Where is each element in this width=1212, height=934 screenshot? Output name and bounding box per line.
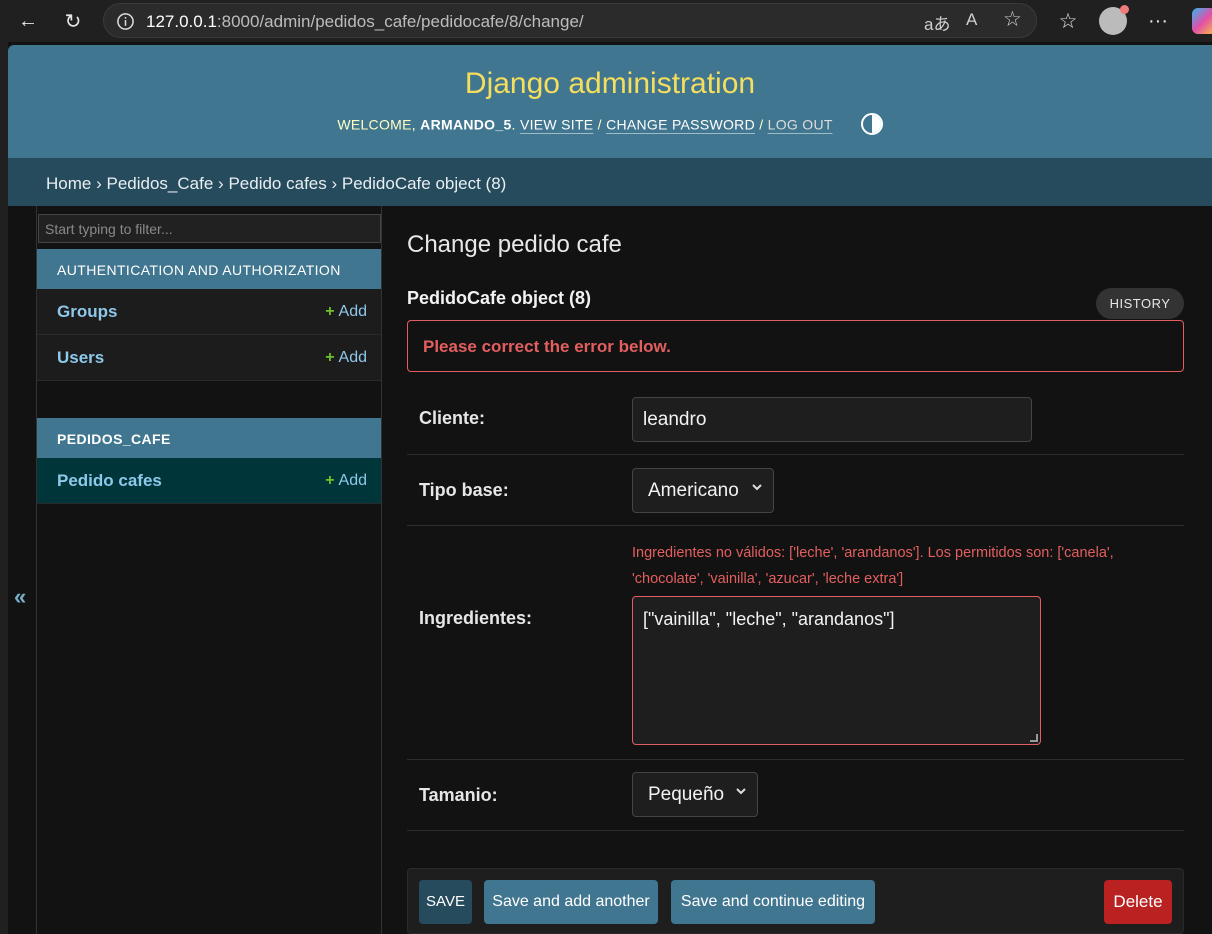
history-button[interactable]: HISTORY (1096, 288, 1184, 319)
browser-toolbar: ← ↻ 127.0.0.1:8000/admin/pedidos_cafe/pe… (0, 0, 1212, 42)
add-label: Add (338, 472, 367, 489)
copilot-icon[interactable] (1192, 8, 1212, 34)
save-continue-button[interactable]: Save and continue editing (671, 880, 875, 924)
add-label: Add (338, 349, 367, 366)
url-path: :8000/admin/pedidos_cafe/pedidocafe/8/ch… (216, 12, 584, 31)
form-row-cliente: Cliente: leandro (407, 384, 1184, 455)
username: ARMANDO_5 (420, 116, 512, 133)
app-caption-auth[interactable]: AUTHENTICATION AND AUTHORIZATION (37, 249, 381, 289)
submit-row: SAVE Save and add another Save and conti… (407, 868, 1184, 934)
url-text[interactable]: 127.0.0.1:8000/admin/pedidos_cafe/pedido… (146, 12, 584, 32)
read-aloud-icon[interactable]: A (966, 10, 977, 30)
url-host: 127.0.0.1 (146, 12, 217, 31)
tamanio-value: Pequeño (648, 784, 725, 805)
breadcrumb-model[interactable]: Pedido cafes (228, 174, 326, 193)
save-button[interactable]: SAVE (419, 880, 472, 924)
sidebar-item-users: Users + Add (37, 335, 381, 381)
breadcrumb-sep: › (96, 174, 102, 193)
resize-grip-icon[interactable] (1030, 734, 1038, 742)
collapse-sidebar-icon[interactable]: « (14, 584, 26, 610)
delete-button[interactable]: Delete (1104, 880, 1172, 924)
page-title: Change pedido cafe (407, 231, 622, 258)
tamanio-label: Tamanio: (419, 785, 498, 805)
plus-icon: + (325, 472, 335, 489)
chevron-down-icon (735, 784, 747, 800)
separator: / (759, 116, 764, 133)
favorites-icon[interactable]: ☆ (1053, 6, 1083, 36)
model-link-users[interactable]: Users (57, 348, 104, 368)
form-row-tamanio: Tamanio: Pequeño (407, 760, 1184, 831)
plus-icon: + (325, 349, 335, 366)
cliente-label: Cliente: (419, 408, 486, 428)
site-title[interactable]: Django administration (8, 67, 1212, 101)
breadcrumb-sep: › (218, 174, 224, 193)
breadcrumb-home[interactable]: Home (46, 174, 91, 193)
view-site-link[interactable]: VIEW SITE (520, 117, 594, 133)
favorite-star-icon[interactable]: ☆ (1003, 7, 1022, 32)
change-password-link[interactable]: CHANGE PASSWORD (606, 117, 755, 133)
profile-avatar[interactable] (1099, 5, 1129, 35)
translate-icon[interactable]: aあ (924, 10, 950, 35)
object-title: PedidoCafe object (8) (407, 288, 592, 308)
ingredientes-error: Ingredientes no válidos: ['leche', 'aran… (632, 545, 1114, 587)
save-add-another-button[interactable]: Save and add another (484, 880, 658, 924)
separator: / (597, 116, 602, 133)
add-pedido-cafe-link[interactable]: + Add (325, 472, 367, 490)
app-caption-pedidos[interactable]: PEDIDOS_CAFE (37, 418, 381, 458)
reload-icon[interactable]: ↻ (58, 6, 88, 36)
ingredientes-value: ["vainilla", "leche", "arandanos"] (643, 609, 895, 629)
ingredientes-textarea[interactable]: ["vainilla", "leche", "arandanos"] (632, 596, 1041, 745)
nav-sidebar: Start typing to filter... AUTHENTICATION… (37, 206, 382, 934)
breadcrumb-sep: › (331, 174, 338, 193)
welcome-text: WELCOME, (337, 116, 416, 133)
add-users-link[interactable]: + Add (325, 349, 367, 367)
cliente-input[interactable]: leandro (632, 397, 1032, 442)
breadcrumb: Home › Pedidos_Cafe › Pedido cafes › Ped… (8, 158, 1212, 206)
window-edge (0, 42, 8, 934)
theme-toggle-icon[interactable] (860, 113, 883, 135)
ingredientes-label: Ingredientes: (419, 608, 533, 628)
tipo-base-select[interactable]: Americano (632, 468, 774, 513)
add-label: Add (338, 303, 367, 320)
breadcrumb-object: PedidoCafe object (8) (341, 174, 507, 193)
tipo-base-value: Americano (648, 480, 739, 501)
dot: . (511, 116, 516, 133)
form-row-tipo-base: Tipo base: Americano (407, 455, 1184, 526)
back-icon[interactable]: ← (13, 6, 43, 36)
model-link-pedido-cafes[interactable]: Pedido cafes (57, 471, 162, 491)
more-icon[interactable]: ··· (1143, 6, 1173, 36)
logout-link[interactable]: LOG OUT (768, 117, 833, 133)
site-header: Django administration WELCOME, ARMANDO_5… (8, 45, 1212, 158)
model-link-groups[interactable]: Groups (57, 302, 117, 322)
sidebar-item-groups: Groups + Add (37, 289, 381, 335)
breadcrumb-app[interactable]: Pedidos_Cafe (107, 174, 214, 193)
chevron-down-icon (751, 480, 763, 496)
sidebar-toggle-strip[interactable] (8, 206, 37, 934)
error-note: Please correct the error below. (407, 320, 1184, 372)
sidebar-item-pedido-cafes: Pedido cafes + Add (37, 458, 381, 504)
tamanio-select[interactable]: Pequeño (632, 772, 758, 817)
info-icon[interactable] (116, 12, 135, 31)
nav-filter-input[interactable]: Start typing to filter... (38, 214, 381, 243)
tipo-base-label: Tipo base: (419, 480, 509, 500)
add-groups-link[interactable]: + Add (325, 303, 367, 321)
address-bar[interactable]: 127.0.0.1:8000/admin/pedidos_cafe/pedido… (103, 3, 1037, 38)
form-row-ingredientes: Ingredientes no válidos: ['leche', 'aran… (407, 526, 1184, 760)
plus-icon: + (325, 303, 335, 320)
user-tools: WELCOME, ARMANDO_5. VIEW SITE / CHANGE P… (8, 113, 1212, 137)
